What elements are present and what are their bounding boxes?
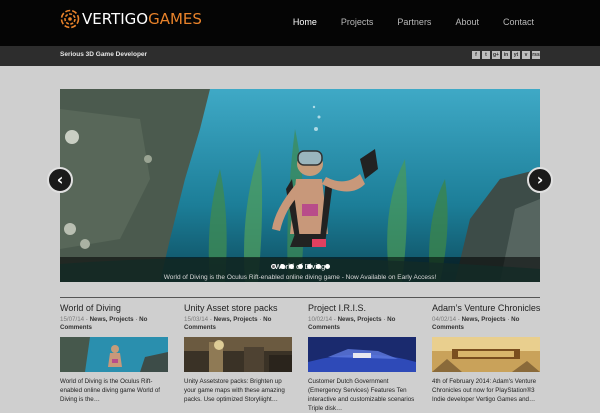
post-meta: 10/02/14 · News, Projects · No Comments: [308, 316, 396, 331]
post-thumbnail[interactable]: [432, 337, 540, 372]
nav-partners[interactable]: Partners: [397, 17, 431, 27]
thumb-image-adams-venture: [432, 337, 540, 372]
post-title[interactable]: Project I.R.I.S.: [308, 303, 416, 313]
spiral-logo-icon: [60, 9, 80, 29]
slider-dot-7[interactable]: [324, 264, 330, 269]
post-categories[interactable]: News, Projects: [214, 316, 258, 323]
post-card: Adam’s Venture Chronicles 04/02/14 · New…: [432, 303, 540, 403]
post-categories[interactable]: News, Projects: [90, 316, 134, 323]
main-nav: Home Projects Partners About Contact: [269, 17, 534, 27]
slider-prev-button[interactable]: ‹: [47, 167, 73, 193]
post-card: Unity Asset store packs 15/03/14 · News,…: [184, 303, 292, 403]
post-title[interactable]: Unity Asset store packs: [184, 303, 292, 313]
site-tagline: Serious 3D Game Developer: [60, 51, 148, 58]
post-date: 04/02/14: [432, 316, 457, 323]
hero-slider[interactable]: World of Diving World of Diving is the O…: [60, 89, 540, 282]
slider-dot-5[interactable]: [306, 264, 312, 269]
slider-dot-6[interactable]: [315, 264, 321, 269]
post-date: 10/02/14: [308, 316, 333, 323]
nav-home[interactable]: Home: [293, 17, 317, 27]
thumb-image-unity: [184, 337, 292, 372]
nav-contact[interactable]: Contact: [503, 17, 534, 27]
post-excerpt: Customer Dutch Government (Emergency Ser…: [308, 378, 415, 412]
nav-about[interactable]: About: [455, 17, 479, 27]
post-title[interactable]: World of Diving: [60, 303, 168, 313]
social-links: f t g+ in yt v rss: [470, 51, 540, 59]
post-date: 15/03/14: [184, 316, 209, 323]
post-meta: 04/02/14 · News, Projects · No Comments: [432, 316, 520, 331]
slider-dot-4[interactable]: [297, 264, 303, 269]
post-date: 15/07/14: [60, 316, 85, 323]
site-header: VERTIGO GAMES Home Projects Partners Abou…: [0, 0, 600, 46]
slider-next-button[interactable]: ›: [527, 167, 553, 193]
site-logo[interactable]: VERTIGO GAMES: [60, 8, 202, 30]
slider-dot-3[interactable]: [288, 264, 294, 269]
sub-bar: Serious 3D Game Developer f t g+ in yt v…: [0, 46, 600, 66]
section-divider: [60, 297, 540, 298]
slider-dot-2[interactable]: [279, 264, 285, 269]
google-plus-icon[interactable]: g+: [492, 51, 500, 59]
post-card: Project I.R.I.S. 10/02/14 · News, Projec…: [308, 303, 416, 412]
post-thumbnail[interactable]: [60, 337, 168, 372]
twitter-icon[interactable]: t: [482, 51, 490, 59]
logo-text-games: GAMES: [148, 10, 202, 28]
rss-icon[interactable]: rss: [532, 51, 540, 59]
youtube-icon[interactable]: yt: [512, 51, 520, 59]
facebook-icon[interactable]: f: [472, 51, 480, 59]
slider-dot-1[interactable]: [270, 264, 276, 269]
post-thumbnail[interactable]: [184, 337, 292, 372]
logo-text-vertigo: VERTIGO: [82, 10, 149, 28]
slide-image-diver: [60, 89, 540, 282]
post-card: World of Diving 15/07/14 · News, Project…: [60, 303, 168, 403]
vimeo-icon[interactable]: v: [522, 51, 530, 59]
nav-projects[interactable]: Projects: [341, 17, 374, 27]
thumb-image-diving: [60, 337, 168, 372]
post-categories[interactable]: News, Projects: [338, 316, 382, 323]
slider-pagination: [60, 256, 540, 274]
post-meta: 15/03/14 · News, Projects · No Comments: [184, 316, 272, 331]
post-thumbnail[interactable]: [308, 337, 416, 372]
linkedin-icon[interactable]: in: [502, 51, 510, 59]
thumb-image-iris: [308, 337, 416, 372]
post-meta: 15/07/14 · News, Projects · No Comments: [60, 316, 148, 331]
post-title[interactable]: Adam’s Venture Chronicles: [432, 303, 540, 313]
post-categories[interactable]: News, Projects: [462, 316, 506, 323]
